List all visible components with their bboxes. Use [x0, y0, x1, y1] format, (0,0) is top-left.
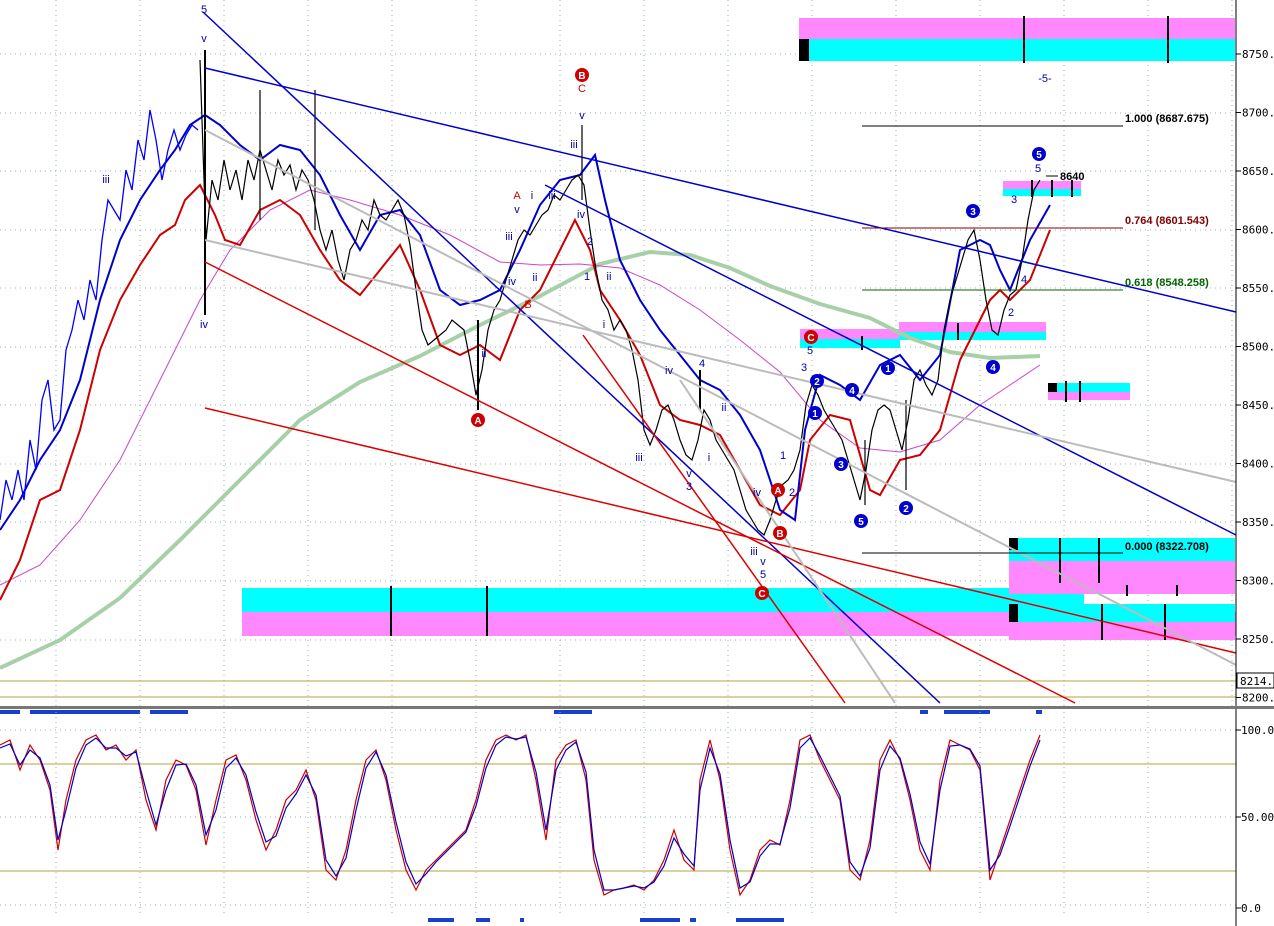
wave-label: i [708, 452, 710, 464]
wave-label: iv [508, 276, 516, 288]
wave-label-text: B [578, 71, 585, 82]
price-tick-label: 8300. [1242, 575, 1274, 588]
wave-label: v [760, 556, 766, 568]
wave-label: iv [753, 487, 761, 499]
wave-label-text: 5 [858, 517, 864, 528]
price-tick-label: 8200. [1242, 692, 1274, 705]
circled-wave-label: 1 [808, 406, 822, 420]
wave-label: iv [200, 319, 208, 331]
wave-label: 3 [801, 362, 807, 374]
stock-chart: 1.000 (8687.675) 0.764 (8601.543) 0.618 … [0, 0, 1274, 926]
circled-wave-label: 4 [845, 383, 859, 397]
wave-label-text: A [774, 486, 781, 497]
wave-label: 3 [1011, 194, 1017, 206]
current-price-label: 8214. [1240, 675, 1273, 688]
wave-label: i [531, 190, 533, 202]
wave-label: 4 [699, 358, 705, 370]
price-tick-label: 8600. [1242, 224, 1274, 237]
circled-wave-label: A [771, 483, 785, 497]
oscillator-panel [0, 710, 1236, 922]
price-tick-label: 8700. [1242, 107, 1274, 120]
wave-label: v [514, 204, 520, 216]
oscillator-axis: 100.0 50.00 0.0 [1235, 709, 1274, 926]
wave-label: iv [577, 209, 585, 221]
wave-label: iii [635, 452, 642, 464]
circled-wave-label: A [471, 413, 485, 427]
wave-label-text: B [776, 529, 783, 540]
price-tick-label: 8250. [1242, 633, 1274, 646]
wave-label: 5 [807, 345, 813, 357]
wave-label-text: 4 [849, 386, 855, 397]
wave-label: 4 [1021, 274, 1027, 286]
wave-label-text: 1 [885, 364, 891, 375]
wave-label-text: 2 [903, 504, 909, 515]
fib-label-1000: 1.000 (8687.675) [1125, 113, 1209, 125]
wave-label-text: 3 [838, 460, 844, 471]
wave-label: C [578, 83, 586, 95]
wave-label: ii [722, 402, 727, 414]
oscillator-tick-label: 50.00 [1241, 811, 1274, 824]
circled-wave-label: 3 [834, 457, 848, 471]
wave-label-text: 4 [990, 363, 996, 374]
wave-label: 1 [780, 450, 786, 462]
circled-wave-label: 3 [966, 204, 980, 218]
wave-label-text: 2 [814, 377, 820, 388]
wave-label: v [201, 33, 207, 45]
wave-label: ii [482, 348, 487, 360]
wave-label: v [579, 110, 585, 122]
price-axis: 8750. 8700. 8650. 8600. 8550. 8500. 8450. 8400.… [1235, 0, 1274, 706]
circled-wave-label: 2 [810, 374, 824, 388]
wave-label: B [524, 299, 531, 311]
circled-wave-label: C [804, 330, 818, 344]
wave-label: 2 [587, 236, 593, 248]
wave-label: ii [533, 272, 538, 284]
oscillator-tick-label: 100.0 [1241, 724, 1274, 737]
wave-label: 5 [1035, 163, 1041, 175]
wave-label-text: 1 [812, 409, 818, 420]
price-tick-label: 8350. [1242, 516, 1274, 529]
stochastic-d [0, 736, 1041, 891]
circled-wave-label: 4 [986, 360, 1000, 374]
wave-label: iii [570, 139, 577, 151]
price-tick-label: 8750. [1242, 48, 1274, 61]
wave-label: v [686, 468, 692, 480]
fib-label-0764: 0.764 (8601.543) [1125, 215, 1209, 227]
wave-label: 2 [789, 487, 795, 499]
circled-wave-label: B [575, 68, 589, 82]
wave-label: iii [102, 174, 109, 186]
wave-label: 5 [201, 4, 207, 16]
circled-wave-label: 5 [1032, 147, 1046, 161]
wave-label: -5- [1038, 73, 1052, 85]
circled-wave-label: 5 [854, 514, 868, 528]
wave-label: iv [665, 365, 673, 377]
wave-label: iii [750, 546, 757, 558]
price-tick-label: 8500. [1242, 341, 1274, 354]
wave-label: ii [607, 271, 612, 283]
wave-label: A [513, 190, 521, 202]
oscillator-tick-label: 0.0 [1241, 902, 1261, 915]
wave-label-text: 3 [970, 207, 976, 218]
wave-label: 3 [686, 481, 692, 493]
circled-wave-label: C [755, 586, 769, 600]
price-tick-label: 8450. [1242, 399, 1274, 412]
fib-label-0000: 0.000 (8322.708) [1125, 541, 1209, 553]
fib-label-0618: 0.618 (8548.258) [1125, 277, 1209, 289]
wave-label: 5 [760, 569, 766, 581]
wave-label-text: C [758, 589, 765, 600]
circled-wave-label: 1 [881, 361, 895, 375]
wave-label-text: 5 [1036, 150, 1042, 161]
wave-label: 1 [584, 271, 590, 283]
wave-label: i [603, 319, 605, 331]
wave-label-text: A [474, 416, 481, 427]
wave-label-text: C [807, 333, 814, 344]
wave-label: iii [548, 190, 555, 202]
wave-label: iii [505, 231, 512, 243]
price-tick-label: 8550. [1242, 282, 1274, 295]
wave-label: 2 [1008, 307, 1014, 319]
target-label: 8640 [1060, 171, 1084, 183]
price-tick-label: 8650. [1242, 165, 1274, 178]
circled-wave-label: B [773, 526, 787, 540]
price-tick-label: 8400. [1242, 458, 1274, 471]
circled-wave-label: 2 [899, 501, 913, 515]
